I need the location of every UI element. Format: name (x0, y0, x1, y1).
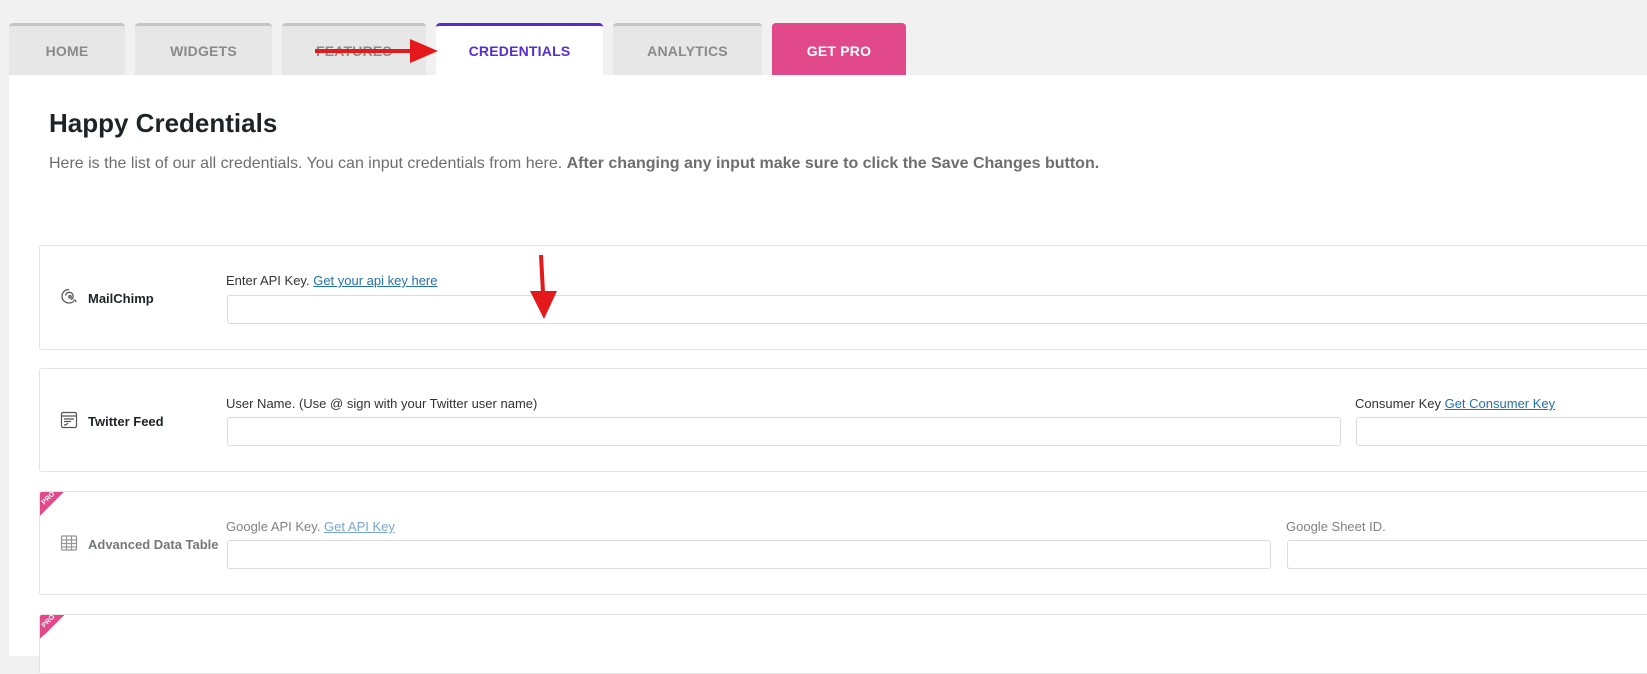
twitter-username-input[interactable] (227, 417, 1341, 446)
pro-badge: PRO (40, 615, 64, 639)
credentials-panel: Happy Credentials Here is the list of ou… (9, 75, 1647, 674)
api-key-label: Enter API Key. Get your api key here (226, 273, 438, 288)
credential-name: Advanced Data Table (88, 537, 219, 552)
google-sheet-id-input[interactable] (1287, 540, 1647, 569)
tab-get-pro[interactable]: GET PRO (772, 23, 906, 75)
api-key-label-text: Enter API Key. (226, 273, 314, 288)
consumer-key-input[interactable] (1356, 417, 1647, 446)
tab-analytics[interactable]: ANALYTICS (613, 23, 762, 75)
credential-name: MailChimp (88, 291, 154, 306)
mailchimp-icon (58, 286, 80, 308)
data-table-icon (58, 532, 80, 554)
annotation-arrow-down (530, 254, 557, 319)
credential-name: Twitter Feed (88, 414, 164, 429)
consumer-key-label: Consumer Key Get Consumer Key (1355, 396, 1555, 411)
twitter-feed-icon (58, 409, 80, 431)
pro-badge-label: PRO (40, 614, 57, 630)
page-description-text: Here is the list of our all credentials.… (49, 155, 567, 172)
credential-card-twitter-feed: Twitter Feed User Name. (Use @ sign with… (39, 368, 1647, 472)
mailchimp-api-key-input[interactable] (227, 295, 1647, 324)
annotation-arrow-right (315, 39, 438, 63)
settings-tabs: HOME WIDGETS FEATURES CREDENTIALS ANALYT… (0, 0, 1647, 75)
page-description-emphasis: After changing any input make sure to cl… (566, 155, 1100, 172)
get-api-key-link[interactable]: Get your api key here (313, 273, 437, 288)
google-api-key-label: Google API Key. Get API Key (226, 519, 395, 534)
google-api-key-label-text: Google API Key. (226, 519, 325, 534)
credential-card-next: PRO (39, 614, 1647, 674)
credential-card-mailchimp: MailChimp Enter API Key. Get your api ke… (39, 245, 1647, 350)
consumer-key-label-text: Consumer Key (1355, 396, 1445, 411)
google-sheet-id-label: Google Sheet ID. (1286, 519, 1386, 534)
page-description: Here is the list of our all credentials.… (49, 155, 1099, 173)
tab-home[interactable]: HOME (9, 23, 125, 75)
tab-credentials[interactable]: CREDENTIALS (436, 23, 603, 75)
get-consumer-key-link[interactable]: Get Consumer Key (1445, 396, 1556, 411)
get-google-api-key-link[interactable]: Get API Key (324, 519, 395, 534)
google-api-key-input[interactable] (227, 540, 1271, 569)
pro-badge-label: PRO (40, 491, 57, 507)
tab-widgets[interactable]: WIDGETS (135, 23, 272, 75)
credential-card-advanced-data-table: PRO Advanced Data Table Google API Key. … (39, 491, 1647, 595)
pro-badge: PRO (40, 492, 64, 516)
page-title: Happy Credentials (49, 108, 278, 138)
twitter-username-label: User Name. (Use @ sign with your Twitter… (226, 396, 538, 411)
